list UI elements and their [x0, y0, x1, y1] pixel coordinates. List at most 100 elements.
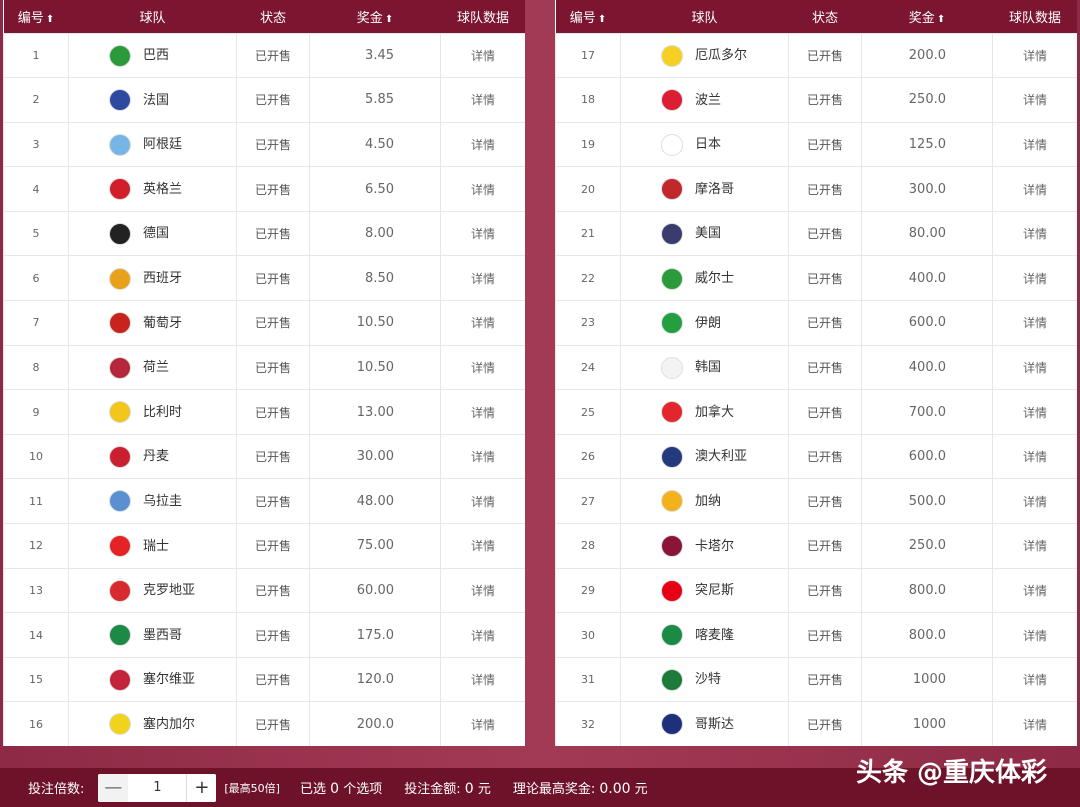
- detail-link[interactable]: 详情: [992, 701, 1077, 746]
- team-name: 威尔士: [695, 271, 735, 287]
- detail-link[interactable]: 详情: [992, 32, 1077, 79]
- detail-link[interactable]: 详情: [992, 344, 1077, 391]
- prize-cell[interactable]: 1000: [861, 656, 993, 703]
- prize-cell[interactable]: 400.0: [861, 255, 993, 302]
- header-num[interactable]: 编号 ⬆: [3, 0, 69, 33]
- prize-cell[interactable]: 300.0: [861, 166, 993, 212]
- detail-link[interactable]: 详情: [440, 433, 525, 480]
- status-cell: 已开售: [236, 389, 310, 435]
- status-cell: 已开售: [236, 478, 310, 525]
- prize-cell[interactable]: 48.00: [309, 478, 441, 525]
- detail-link[interactable]: 详情: [440, 32, 525, 79]
- detail-link[interactable]: 详情: [992, 210, 1077, 257]
- header-prize[interactable]: 奖金 ⬆: [861, 0, 993, 33]
- header-team-data: 球队数据: [440, 0, 525, 33]
- table-row: 32 哥斯达 已开售 1000 详情: [555, 701, 1077, 746]
- prize-cell[interactable]: 250.0: [861, 77, 993, 123]
- detail-link[interactable]: 详情: [992, 612, 1077, 658]
- prize-cell[interactable]: 6.50: [309, 166, 441, 212]
- detail-link[interactable]: 详情: [992, 433, 1077, 480]
- detail-link[interactable]: 详情: [992, 121, 1077, 168]
- prize-cell[interactable]: 800.0: [861, 612, 993, 658]
- detail-link[interactable]: 详情: [992, 389, 1077, 435]
- detail-link[interactable]: 详情: [440, 210, 525, 257]
- prize-cell[interactable]: 60.00: [309, 567, 441, 614]
- decrement-button[interactable]: —: [98, 773, 129, 802]
- detail-link[interactable]: 详情: [440, 567, 525, 614]
- prize-cell[interactable]: 200.0: [309, 701, 441, 746]
- detail-link[interactable]: 详情: [440, 389, 525, 435]
- prize-cell[interactable]: 10.50: [309, 344, 441, 391]
- detail-link[interactable]: 详情: [992, 77, 1077, 123]
- prize-cell[interactable]: 400.0: [861, 344, 993, 391]
- detail-link[interactable]: 详情: [992, 300, 1077, 346]
- prize-cell[interactable]: 75.00: [309, 523, 441, 569]
- status-cell: 已开售: [788, 612, 862, 658]
- team-cell: 波兰: [620, 77, 789, 123]
- team-cell: 比利时: [68, 389, 237, 435]
- detail-link[interactable]: 详情: [440, 701, 525, 746]
- prize-cell[interactable]: 800.0: [861, 567, 993, 614]
- prize-cell[interactable]: 3.45: [309, 32, 441, 79]
- team-name: 加纳: [695, 493, 722, 509]
- prize-cell[interactable]: 30.00: [309, 433, 441, 480]
- prize-cell[interactable]: 600.0: [861, 300, 993, 346]
- status-cell: 已开售: [236, 344, 310, 391]
- prize-cell[interactable]: 175.0: [309, 612, 441, 658]
- detail-link[interactable]: 详情: [992, 478, 1077, 525]
- team-cell: 突尼斯: [620, 567, 789, 614]
- table-row: 26 澳大利亚 已开售 600.0 详情: [555, 433, 1077, 480]
- team-cell: 西班牙: [68, 255, 237, 302]
- team-name: 突尼斯: [695, 583, 735, 599]
- team-cell: 德国: [68, 210, 237, 257]
- prize-cell[interactable]: 500.0: [861, 478, 993, 525]
- prize-cell[interactable]: 1000: [861, 701, 993, 746]
- table-body: 1 巴西 已开售 3.45 详情 2 法国 已开售 5.85 详情 3 阿根廷 已开售 4.50 详情 4 英格…: [3, 32, 525, 746]
- table-row: 8 荷兰 已开售 10.50 详情: [3, 344, 525, 391]
- increment-button[interactable]: +: [186, 773, 217, 802]
- team-cell: 克罗地亚: [68, 567, 237, 614]
- prize-cell[interactable]: 700.0: [861, 389, 993, 435]
- detail-link[interactable]: 详情: [440, 344, 525, 391]
- prize-cell[interactable]: 200.0: [861, 32, 993, 79]
- detail-link[interactable]: 详情: [440, 255, 525, 302]
- row-number: 14: [3, 612, 69, 658]
- detail-link[interactable]: 详情: [440, 166, 525, 212]
- row-number: 1: [3, 32, 69, 79]
- detail-link[interactable]: 详情: [440, 523, 525, 569]
- detail-link[interactable]: 详情: [992, 523, 1077, 569]
- header-num[interactable]: 编号 ⬆: [555, 0, 621, 33]
- prize-cell[interactable]: 125.0: [861, 121, 993, 168]
- prize-cell[interactable]: 10.50: [309, 300, 441, 346]
- detail-link[interactable]: 详情: [440, 612, 525, 658]
- detail-link[interactable]: 详情: [440, 300, 525, 346]
- detail-link[interactable]: 详情: [440, 77, 525, 123]
- detail-link[interactable]: 详情: [992, 567, 1077, 614]
- prize-cell[interactable]: 80.00: [861, 210, 993, 257]
- multiplier-input[interactable]: [128, 773, 187, 802]
- detail-link[interactable]: 详情: [440, 121, 525, 168]
- team-name: 德国: [143, 226, 170, 242]
- prize-cell[interactable]: 8.00: [309, 210, 441, 257]
- prize-cell[interactable]: 4.50: [309, 121, 441, 168]
- team-name: 韩国: [695, 360, 722, 376]
- detail-link[interactable]: 详情: [440, 478, 525, 525]
- team-cell: 墨西哥: [68, 612, 237, 658]
- header-team: 球队: [68, 0, 237, 33]
- prize-cell[interactable]: 8.50: [309, 255, 441, 302]
- detail-link[interactable]: 详情: [992, 255, 1077, 302]
- prize-cell[interactable]: 5.85: [309, 77, 441, 123]
- header-prize[interactable]: 奖金 ⬆: [309, 0, 441, 33]
- row-number: 13: [3, 567, 69, 614]
- prize-cell[interactable]: 120.0: [309, 656, 441, 703]
- team-flag-icon: [661, 535, 683, 558]
- detail-link[interactable]: 详情: [992, 166, 1077, 212]
- table-row: 11 乌拉圭 已开售 48.00 详情: [3, 478, 525, 525]
- table-row: 9 比利时 已开售 13.00 详情: [3, 389, 525, 435]
- prize-cell[interactable]: 250.0: [861, 523, 993, 569]
- row-number: 7: [3, 300, 69, 346]
- detail-link[interactable]: 详情: [440, 656, 525, 703]
- detail-link[interactable]: 详情: [992, 656, 1077, 703]
- prize-cell[interactable]: 600.0: [861, 433, 993, 480]
- prize-cell[interactable]: 13.00: [309, 389, 441, 435]
